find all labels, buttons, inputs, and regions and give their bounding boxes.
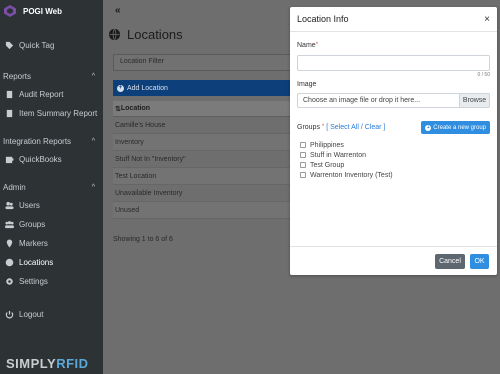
name-label: Name* xyxy=(297,42,319,49)
document-icon xyxy=(5,109,14,118)
sidebar-item-groups[interactable]: Groups xyxy=(0,215,103,234)
group-option[interactable]: Test Group xyxy=(300,160,490,170)
sidebar-item-label: Markers xyxy=(19,239,48,248)
required-mark: * xyxy=(315,42,319,48)
sidebar-section-reports[interactable]: Reports ^ xyxy=(0,67,103,85)
locations-table: ⇅ Location Camille's House Inventory Stu… xyxy=(113,101,293,219)
ok-button[interactable]: OK xyxy=(470,254,489,269)
globe-icon xyxy=(108,28,121,41)
cancel-button[interactable]: Cancel xyxy=(435,254,465,269)
chevron-up-icon: ^ xyxy=(91,72,95,80)
image-file-input[interactable]: Choose an image file or drop it here... xyxy=(297,93,459,108)
brand-name: POGI Web xyxy=(23,6,62,16)
sidebar-item-users[interactable]: Users xyxy=(0,196,103,215)
groups-icon xyxy=(5,220,14,229)
collapse-sidebar-button[interactable]: « xyxy=(115,5,121,16)
table-row[interactable]: Stuff Not In "Inventory" xyxy=(113,151,293,168)
brand[interactable]: POGI Web xyxy=(0,0,103,22)
sidebar-item-quickbooks[interactable]: QuickBooks xyxy=(0,150,103,169)
modal-footer: Cancel OK xyxy=(290,246,497,275)
browse-button[interactable]: Browse xyxy=(459,93,490,108)
pagination-info: Showing 1 to 6 of 6 xyxy=(113,236,173,243)
name-char-counter: 0 / 50 xyxy=(477,72,490,78)
sidebar-item-label: Locations xyxy=(19,258,54,267)
clear-link[interactable]: Clear xyxy=(365,124,382,131)
location-filter-input[interactable]: Location Filter xyxy=(113,54,303,71)
groups-label: Groups * [ Select All / Clear ] xyxy=(297,124,386,131)
sidebar-item-quick-tag[interactable]: Quick Tag xyxy=(0,36,103,55)
plus-circle-icon: + xyxy=(117,84,124,92)
puzzle-icon xyxy=(5,155,14,164)
sidebar-item-label: Settings xyxy=(19,277,48,286)
table-row[interactable]: Test Location xyxy=(113,168,293,185)
groups-row: Groups * [ Select All / Clear ] + Create… xyxy=(297,121,490,134)
chevron-up-icon: ^ xyxy=(91,183,95,191)
power-icon xyxy=(5,310,14,319)
page-title-text: Locations xyxy=(127,27,183,42)
sidebar-item-label: Users xyxy=(19,201,40,210)
add-location-label: Add Location xyxy=(127,84,168,92)
sidebar-item-label: Logout xyxy=(19,310,44,319)
create-group-button[interactable]: + Create a new group xyxy=(421,121,490,134)
pogi-logo-icon xyxy=(4,5,16,17)
image-label: Image xyxy=(297,81,317,88)
sidebar-item-label: Audit Report xyxy=(19,90,64,99)
sidebar-item-locations[interactable]: Locations xyxy=(0,253,103,272)
sidebar-item-markers[interactable]: Markers xyxy=(0,234,103,253)
group-option[interactable]: Stuff in Warrenton xyxy=(300,150,490,160)
sidebar-item-logout[interactable]: Logout xyxy=(0,305,103,324)
sidebar: POGI Web Quick Tag Reports ^ Audit Repor… xyxy=(0,0,103,374)
gear-icon xyxy=(5,277,14,286)
sidebar-item-label: Item Summary Report xyxy=(19,109,98,118)
tag-icon xyxy=(5,41,14,50)
marker-pin-icon xyxy=(5,239,14,248)
groups-checklist: Philippines Stuff in Warrenton Test Grou… xyxy=(297,140,490,180)
sidebar-section-admin[interactable]: Admin ^ xyxy=(0,178,103,196)
close-icon[interactable]: × xyxy=(484,14,490,25)
modal-title: Location Info xyxy=(297,14,349,24)
group-option-label: Philippines xyxy=(310,141,344,149)
sidebar-item-label: Quick Tag xyxy=(19,41,55,50)
sidebar-item-settings[interactable]: Settings xyxy=(0,272,103,291)
group-option[interactable]: Warrenton Inventory (Test) xyxy=(300,170,490,180)
globe-icon xyxy=(5,258,14,267)
modal-header: Location Info × xyxy=(290,7,497,32)
select-all-link[interactable]: Select All xyxy=(330,124,359,131)
checkbox[interactable] xyxy=(300,172,306,178)
chevron-up-icon: ^ xyxy=(91,137,95,145)
checkbox[interactable] xyxy=(300,162,306,168)
location-info-modal: Location Info × Name* 0 / 50 Image Choos… xyxy=(290,7,497,275)
table-row[interactable]: Inventory xyxy=(113,134,293,151)
required-mark: * xyxy=(321,124,325,130)
table-header[interactable]: ⇅ Location xyxy=(113,101,293,117)
group-option[interactable]: Philippines xyxy=(300,140,490,150)
page-title: Locations xyxy=(108,27,183,42)
section-label: Integration Reports xyxy=(3,136,72,146)
image-file-picker[interactable]: Choose an image file or drop it here... … xyxy=(297,93,490,108)
section-label: Reports xyxy=(3,71,32,81)
group-option-label: Warrenton Inventory (Test) xyxy=(310,171,393,179)
document-icon xyxy=(5,90,14,99)
sidebar-item-audit-report[interactable]: Audit Report xyxy=(0,85,103,104)
checkbox[interactable] xyxy=(300,142,306,148)
table-row[interactable]: Camille's House xyxy=(113,117,293,134)
group-option-label: Stuff in Warrenton xyxy=(310,151,367,159)
table-row[interactable]: Unavailable Inventory xyxy=(113,185,293,202)
group-option-label: Test Group xyxy=(310,161,345,169)
modal-body: Name* 0 / 50 Image Choose an image file … xyxy=(290,42,497,180)
column-header-location: Location xyxy=(120,105,151,112)
sidebar-item-label: QuickBooks xyxy=(19,155,62,164)
checkbox[interactable] xyxy=(300,152,306,158)
sidebar-section-integration[interactable]: Integration Reports ^ xyxy=(0,132,103,150)
simplyrfid-logo: SIMPLY RFID xyxy=(6,355,89,371)
users-icon xyxy=(5,201,14,210)
name-input[interactable] xyxy=(297,55,490,71)
sidebar-item-label: Groups xyxy=(19,220,46,229)
create-group-label: Create a new group xyxy=(433,124,486,131)
table-row[interactable]: Unused xyxy=(113,202,293,219)
sidebar-item-item-summary-report[interactable]: Item Summary Report xyxy=(0,104,103,123)
section-label: Admin xyxy=(3,182,26,192)
plus-circle-icon: + xyxy=(425,124,432,131)
